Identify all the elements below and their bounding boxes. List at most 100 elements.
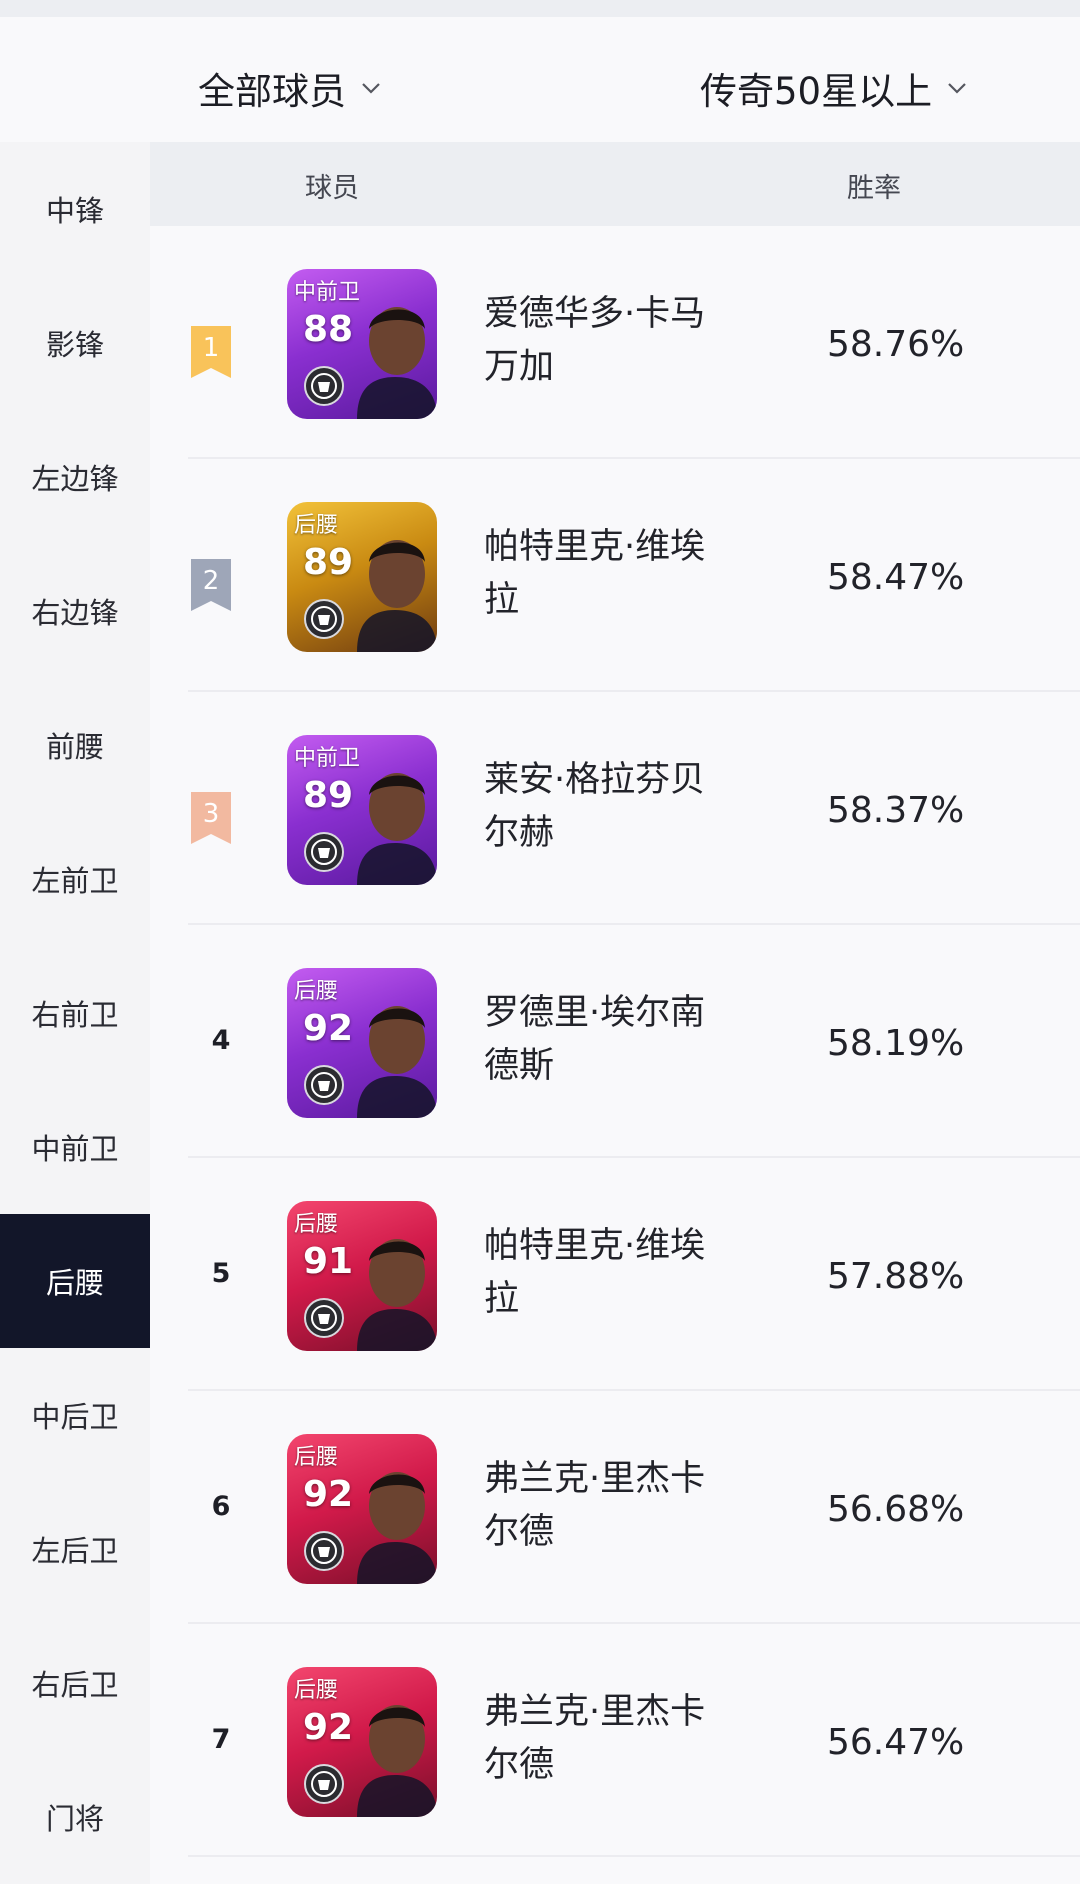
chevron-down-icon [948, 83, 966, 94]
rank-number: 2 [202, 566, 220, 596]
position-sidebar: 中锋 影锋 左边锋 右边锋 前腰 左前卫 右前卫 中前卫 后腰 中后卫 左后卫 … [0, 142, 150, 1884]
sidebar-item-label: 右边锋 [31, 596, 119, 630]
table-row[interactable]: 1 中前卫 88 爱德华多·卡马 万加 58.76% [150, 226, 1080, 459]
player-name-line: 帕特里克·维埃 [484, 527, 706, 567]
player-name[interactable]: 弗兰克·里杰卡 尔德 [484, 1453, 744, 1559]
card-position: 后腰 [294, 1445, 339, 1470]
player-name-line: 弗兰克·里杰卡 [484, 1692, 706, 1732]
player-name-line: 拉 [484, 1279, 520, 1319]
rank-number: 4 [211, 1025, 231, 1056]
table-row[interactable]: 7 后腰 92 弗兰克·里杰卡 尔德 56.47% [150, 1624, 1080, 1857]
sidebar-item-rmf[interactable]: 右前卫 [0, 946, 150, 1080]
sidebar-item-lmf[interactable]: 左前卫 [0, 812, 150, 946]
win-rate-value: 58.19% [827, 1023, 965, 1064]
sidebar-item-label: 左前卫 [31, 864, 119, 898]
rank-ribbon-icon: 3 [191, 792, 231, 844]
club-badge-icon [304, 1531, 344, 1571]
player-card[interactable]: 后腰 91 [287, 1201, 437, 1351]
card-position: 中前卫 [294, 280, 361, 305]
player-card[interactable]: 后腰 92 [287, 1667, 437, 1817]
sidebar-item-rwf[interactable]: 右边锋 [0, 544, 150, 678]
win-rate-value: 57.88% [827, 1256, 965, 1297]
rank-number: 1 [202, 333, 220, 363]
chevron-down-icon [362, 83, 380, 94]
rank-number: 6 [211, 1491, 231, 1522]
win-rate-value: 58.76% [827, 324, 965, 365]
player-name[interactable]: 弗兰克·里杰卡 尔德 [484, 1686, 744, 1792]
sidebar-item-label: 影锋 [45, 328, 104, 362]
all-players-label: 全部球员 [198, 70, 346, 113]
column-header-win-rate: 胜率 [847, 173, 901, 204]
player-name-line: 莱安·格拉芬贝 [484, 760, 706, 800]
row-divider [188, 1855, 1080, 1857]
filter-bar: 全部球员 传奇50星以上 [0, 17, 1080, 142]
sidebar-item-dmf[interactable]: 后腰 [0, 1214, 150, 1348]
player-name-line: 爱德华多·卡马 [484, 294, 706, 334]
player-card[interactable]: 后腰 92 [287, 968, 437, 1118]
sidebar-item-cmf[interactable]: 中前卫 [0, 1080, 150, 1214]
sidebar-item-ss[interactable]: 影锋 [0, 276, 150, 410]
player-name[interactable]: 莱安·格拉芬贝 尔赫 [484, 754, 744, 860]
sidebar-item-rb[interactable]: 右后卫 [0, 1616, 150, 1750]
sidebar-item-label: 中前卫 [31, 1132, 119, 1166]
card-rating: 88 [303, 309, 354, 350]
club-badge-icon [304, 1764, 344, 1804]
card-position: 后腰 [294, 979, 339, 1004]
sidebar-item-label: 右后卫 [31, 1668, 119, 1702]
table-row[interactable]: 4 后腰 92 罗德里·埃尔南 德斯 58.19% [150, 925, 1080, 1158]
card-rating: 89 [303, 542, 354, 583]
sidebar-item-lwf[interactable]: 左边锋 [0, 410, 150, 544]
status-strip [0, 0, 1080, 17]
sidebar-item-amf[interactable]: 前腰 [0, 678, 150, 812]
table-row[interactable]: 3 中前卫 89 莱安·格拉芬贝 尔赫 58.37% [150, 692, 1080, 925]
ranking-table: 球员 胜率 1 中前卫 88 爱德华多·卡马 万加 58.76% 2 后腰 89 帕特里克·维埃拉… [150, 142, 1080, 1884]
rank-number: 5 [211, 1258, 231, 1289]
player-name[interactable]: 帕特里克·维埃拉 [484, 1220, 744, 1326]
table-row[interactable]: 6 后腰 92 弗兰克·里杰卡 尔德 56.68% [150, 1391, 1080, 1624]
player-name-line: 尔德 [484, 1512, 555, 1552]
table-row[interactable]: 2 后腰 89 帕特里克·维埃拉 58.47% [150, 459, 1080, 692]
player-card[interactable]: 中前卫 89 [287, 735, 437, 885]
player-name[interactable]: 爱德华多·卡马 万加 [484, 288, 744, 394]
card-rating: 92 [303, 1008, 354, 1049]
all-players-dropdown[interactable]: 全部球员 [198, 61, 384, 115]
player-card[interactable]: 中前卫 88 [287, 269, 437, 419]
card-rating: 89 [303, 775, 354, 816]
player-name-line: 弗兰克·里杰卡 [484, 1459, 706, 1499]
player-card[interactable]: 后腰 92 [287, 1434, 437, 1584]
tier-label: 传奇50星以上 [700, 70, 933, 113]
rank-number: 7 [211, 1724, 231, 1755]
win-rate-value: 58.37% [827, 790, 965, 831]
sidebar-item-cb[interactable]: 中后卫 [0, 1348, 150, 1482]
sidebar-item-lb[interactable]: 左后卫 [0, 1482, 150, 1616]
card-position: 后腰 [294, 1212, 339, 1237]
player-name[interactable]: 帕特里克·维埃拉 [484, 521, 744, 627]
player-card[interactable]: 后腰 89 [287, 502, 437, 652]
sidebar-item-label: 左后卫 [31, 1534, 119, 1568]
sidebar-item-label: 中锋 [45, 194, 104, 228]
table-row[interactable]: 5 后腰 91 帕特里克·维埃拉 57.88% [150, 1158, 1080, 1391]
card-position: 后腰 [294, 1678, 339, 1703]
rank-ribbon-icon: 1 [191, 326, 231, 378]
sidebar-item-label: 后腰 [45, 1266, 104, 1300]
sidebar-item-cf[interactable]: 中锋 [0, 142, 150, 276]
player-name-line: 尔德 [484, 1745, 555, 1785]
card-rating: 92 [303, 1474, 354, 1515]
sidebar-item-label: 左边锋 [31, 462, 119, 496]
sidebar-item-label: 门将 [45, 1802, 104, 1836]
player-name[interactable]: 罗德里·埃尔南 德斯 [484, 987, 744, 1093]
club-badge-icon [304, 832, 344, 872]
club-badge-icon [304, 599, 344, 639]
player-name-line: 罗德里·埃尔南 [484, 993, 706, 1033]
card-rating: 91 [303, 1241, 354, 1282]
sidebar-item-gk[interactable]: 门将 [0, 1750, 150, 1884]
win-rate-value: 56.68% [827, 1489, 965, 1530]
sidebar-item-label: 前腰 [45, 730, 104, 764]
card-position: 后腰 [294, 513, 339, 538]
club-badge-icon [304, 1065, 344, 1105]
player-name-line: 帕特里克·维埃 [484, 1226, 706, 1266]
card-position: 中前卫 [294, 746, 361, 771]
tier-dropdown[interactable]: 传奇50星以上 [700, 61, 970, 115]
sidebar-item-label: 中后卫 [31, 1400, 119, 1434]
rank-number: 3 [202, 799, 220, 829]
